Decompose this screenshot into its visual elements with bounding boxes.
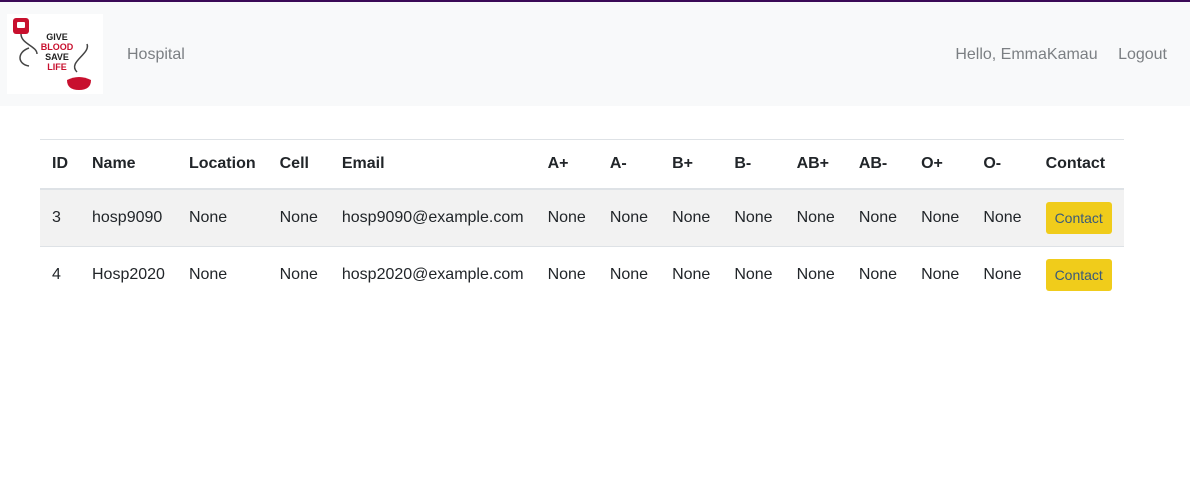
table-cell: None bbox=[660, 188, 723, 247]
table-cell: None bbox=[909, 188, 972, 247]
table-body: 3 hosp9090 None None hosp9090@example.com Non… bbox=[40, 188, 1124, 303]
table-cell: None bbox=[176, 188, 268, 247]
table-cell: 4 bbox=[40, 246, 80, 303]
logo-word-blood: BLOOD bbox=[41, 42, 74, 52]
table-cell: None bbox=[176, 246, 268, 303]
column-header: Location bbox=[176, 139, 268, 190]
hospitals-table-container: ID Name Location Cell Email A+ A- B+ B- AB+ AB- O+ O… bbox=[40, 139, 1124, 303]
table-cell: None bbox=[784, 188, 847, 247]
nav-brand-hospital[interactable]: Hospital bbox=[127, 46, 185, 64]
table-header-row: ID Name Location Cell Email A+ A- B+ B- AB+ AB- O+ O… bbox=[40, 139, 1124, 190]
table-cell: None bbox=[971, 246, 1034, 303]
table-cell: Hosp2020 bbox=[80, 246, 177, 303]
table-cell: hosp9090@example.com bbox=[329, 188, 536, 247]
user-greeting: Hello, EmmaKamau bbox=[955, 46, 1098, 63]
table-cell: 3 bbox=[40, 188, 80, 247]
nav-user-area: Hello, EmmaKamau Logout bbox=[955, 46, 1167, 64]
column-header: ID bbox=[40, 139, 80, 190]
table-row: 4 Hosp2020 None None hosp2020@example.com Non… bbox=[40, 246, 1124, 303]
column-header: Cell bbox=[267, 139, 330, 190]
column-header: A+ bbox=[535, 139, 598, 190]
table-row: 3 hosp9090 None None hosp9090@example.com Non… bbox=[40, 188, 1124, 247]
column-header: Email bbox=[329, 139, 536, 190]
table-cell: None bbox=[846, 246, 910, 303]
contact-button[interactable]: Contact bbox=[1045, 259, 1112, 291]
blood-bag-logo-icon: GIVE BLOOD SAVE LIFE bbox=[13, 18, 91, 90]
table-cell: None bbox=[909, 246, 972, 303]
logo-word-save: SAVE bbox=[45, 52, 69, 62]
logout-link[interactable]: Logout bbox=[1118, 46, 1167, 64]
table-cell: None bbox=[597, 246, 661, 303]
table-cell: None bbox=[846, 188, 910, 247]
table-cell: hosp2020@example.com bbox=[329, 246, 536, 303]
column-header: O+ bbox=[909, 139, 972, 190]
contact-cell: Contact bbox=[1033, 188, 1124, 247]
table-cell: None bbox=[267, 188, 330, 247]
table-cell: None bbox=[267, 246, 330, 303]
hospitals-table: ID Name Location Cell Email A+ A- B+ B- AB+ AB- O+ O… bbox=[40, 139, 1124, 303]
column-header: AB+ bbox=[784, 139, 847, 190]
navbar: GIVE BLOOD SAVE LIFE Hospital Hello, Emm… bbox=[0, 2, 1190, 106]
column-header: O- bbox=[971, 139, 1034, 190]
column-header: Name bbox=[80, 139, 177, 190]
column-header: Contact bbox=[1033, 139, 1124, 190]
logo-word-give: GIVE bbox=[46, 32, 68, 42]
table-cell: hosp9090 bbox=[80, 188, 177, 247]
give-blood-logo[interactable]: GIVE BLOOD SAVE LIFE bbox=[7, 14, 103, 94]
contact-cell: Contact bbox=[1033, 246, 1124, 303]
table-cell: None bbox=[535, 188, 598, 247]
column-header: B+ bbox=[660, 139, 723, 190]
column-header: A- bbox=[597, 139, 661, 190]
table-cell: None bbox=[722, 188, 785, 247]
table-cell: None bbox=[784, 246, 847, 303]
table-cell: None bbox=[660, 246, 723, 303]
table-cell: None bbox=[535, 246, 598, 303]
table-cell: None bbox=[722, 246, 785, 303]
contact-button[interactable]: Contact bbox=[1045, 202, 1112, 234]
table-cell: None bbox=[597, 188, 661, 247]
table-cell: None bbox=[971, 188, 1034, 247]
column-header: AB- bbox=[846, 139, 910, 190]
logo-word-life: LIFE bbox=[47, 62, 67, 72]
column-header: B- bbox=[722, 139, 785, 190]
